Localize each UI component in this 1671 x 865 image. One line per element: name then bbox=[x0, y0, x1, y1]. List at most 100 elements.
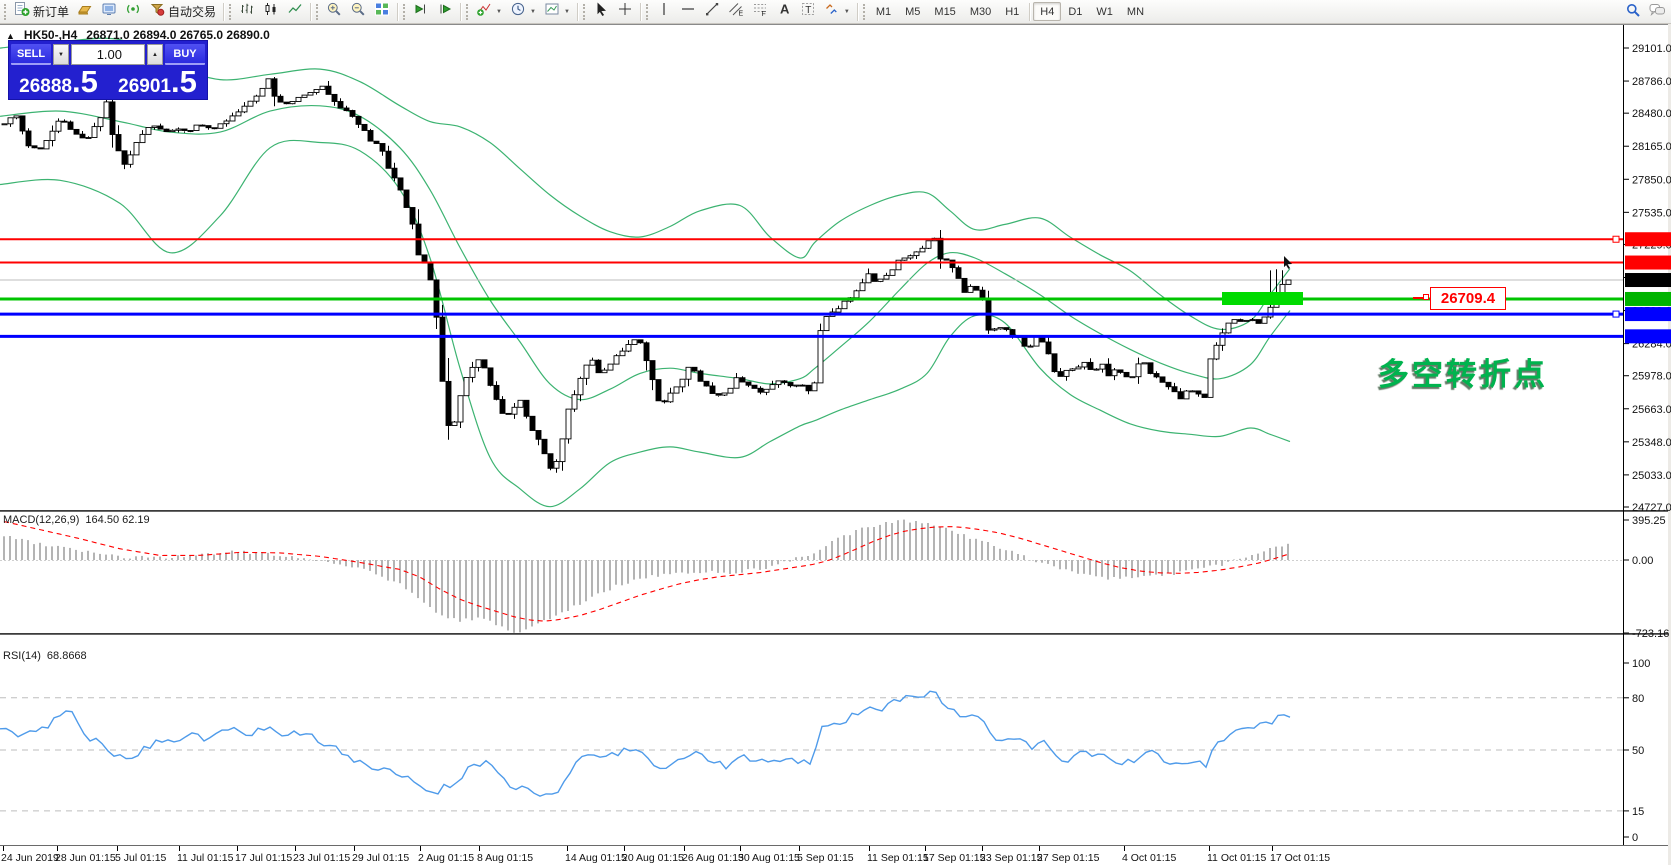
bar-chart-button[interactable] bbox=[235, 2, 259, 22]
svg-text:25348.0: 25348.0 bbox=[1632, 437, 1671, 449]
svg-text:24727.0: 24727.0 bbox=[1632, 502, 1671, 514]
indicators-button[interactable]: ▼ bbox=[472, 2, 506, 22]
toolbar-separator bbox=[576, 2, 578, 21]
toolbar-grip[interactable] bbox=[862, 3, 866, 20]
gold-bar-icon-icon bbox=[77, 1, 93, 22]
sell-button[interactable]: SELL bbox=[11, 44, 51, 65]
tile-windows-button[interactable] bbox=[370, 2, 394, 22]
horizontal-line-icon bbox=[680, 1, 696, 22]
zoom-in-icon bbox=[326, 1, 342, 22]
fibonacci-button[interactable]: F bbox=[748, 2, 772, 22]
timeframe-m30-button[interactable]: M30 bbox=[963, 2, 998, 21]
svg-text:0: 0 bbox=[1632, 832, 1638, 844]
buy-price[interactable]: 26901.5 bbox=[108, 66, 207, 99]
line-chart-button[interactable] bbox=[283, 2, 307, 22]
timeframe-d1-button[interactable]: D1 bbox=[1061, 2, 1089, 21]
auto-scroll-icon bbox=[413, 1, 429, 22]
timeframe-m1-button[interactable]: M1 bbox=[869, 2, 898, 21]
equidistant-channel-button[interactable]: E bbox=[724, 2, 748, 22]
cursor-button[interactable] bbox=[589, 2, 613, 22]
search-icon[interactable] bbox=[1625, 2, 1641, 23]
svg-text:27850.0: 27850.0 bbox=[1632, 174, 1671, 186]
svg-text:50: 50 bbox=[1632, 745, 1644, 757]
text-label-button[interactable]: T bbox=[796, 2, 820, 22]
svg-text:80: 80 bbox=[1632, 693, 1644, 705]
chart-shift-icon bbox=[437, 1, 453, 22]
toolbar-grip[interactable] bbox=[4, 3, 7, 20]
svg-text:11 Sep 01:15: 11 Sep 01:15 bbox=[867, 852, 929, 864]
one-click-trading-panel: SELL ▼ 1.00 ▲ BUY 26888.5 26901.5 bbox=[8, 40, 208, 100]
cursor-icon bbox=[593, 1, 609, 22]
svg-text:30 Aug 01:15: 30 Aug 01:15 bbox=[738, 852, 800, 864]
svg-text:27535.0: 27535.0 bbox=[1632, 207, 1671, 219]
zoom-out-button[interactable] bbox=[346, 2, 370, 22]
time-axis: 24 Jun 201928 Jun 01:15 5 Jul 01:15 11 Jul… bbox=[1, 852, 1330, 864]
svg-text:28480.0: 28480.0 bbox=[1632, 108, 1671, 120]
horizontal-line-button[interactable] bbox=[676, 2, 700, 22]
timeframe-h4-button[interactable]: H4 bbox=[1033, 2, 1062, 21]
market-data-icon[interactable] bbox=[97, 2, 121, 22]
highlight-rectangle[interactable] bbox=[1222, 292, 1303, 305]
chevron-down-icon: ▼ bbox=[843, 8, 850, 15]
svg-text:29101.0: 29101.0 bbox=[1632, 43, 1671, 55]
chart-area[interactable]: 29101.0 28786.0 28480.0 28165.0 27850.0 27535… bbox=[0, 0, 1671, 865]
trendline-button[interactable] bbox=[700, 2, 724, 22]
vertical-line-button[interactable] bbox=[652, 2, 676, 22]
autotrading-button[interactable]: 自动交易 bbox=[145, 2, 220, 22]
signal-icon-icon bbox=[125, 1, 141, 22]
hline-handle[interactable] bbox=[1612, 310, 1620, 318]
market-data-icon-icon bbox=[101, 1, 117, 22]
volume-input[interactable]: 1.00 bbox=[71, 44, 145, 65]
line-chart-icon bbox=[287, 1, 303, 22]
volume-down-button[interactable]: ▼ bbox=[53, 44, 69, 65]
crosshair-button[interactable] bbox=[613, 2, 637, 22]
arrows-button[interactable]: ▼ bbox=[820, 2, 854, 22]
equidistant-channel-icon: E bbox=[728, 1, 744, 22]
svg-text:28 Jun 01:15: 28 Jun 01:15 bbox=[55, 852, 116, 864]
arrows-icon bbox=[824, 1, 840, 22]
chart-shift-button[interactable] bbox=[433, 2, 457, 22]
toolbar-grip[interactable] bbox=[466, 3, 469, 20]
hline-handle[interactable] bbox=[1612, 235, 1620, 243]
volume-up-button[interactable]: ▲ bbox=[147, 44, 163, 65]
toolbar-grip[interactable] bbox=[316, 3, 319, 20]
candlestick-chart-button[interactable] bbox=[259, 2, 283, 22]
chat-icon[interactable] bbox=[1649, 2, 1665, 23]
svg-text:2 Aug 01:15: 2 Aug 01:15 bbox=[418, 852, 474, 864]
svg-text:25978.0: 25978.0 bbox=[1632, 371, 1671, 383]
svg-text:5 Jul 01:15: 5 Jul 01:15 bbox=[115, 852, 167, 864]
chevron-down-icon: ▼ bbox=[563, 8, 570, 15]
auto-scroll-button[interactable] bbox=[409, 2, 433, 22]
signal-icon[interactable] bbox=[121, 2, 145, 22]
buy-button[interactable]: BUY bbox=[165, 44, 205, 65]
toolbar-grip[interactable] bbox=[645, 3, 649, 20]
svg-text:5 Sep 01:15: 5 Sep 01:15 bbox=[797, 852, 854, 864]
toolbar-grip[interactable] bbox=[229, 3, 232, 20]
new-order-button[interactable]: 新订单 bbox=[10, 2, 73, 22]
timeframe-mn-button[interactable]: MN bbox=[1120, 2, 1151, 21]
zoom-in-button[interactable] bbox=[322, 2, 346, 22]
sell-price[interactable]: 26888.5 bbox=[9, 66, 108, 99]
trendline-icon bbox=[704, 1, 720, 22]
timeframe-m15-button[interactable]: M15 bbox=[927, 2, 962, 21]
svg-text:17 Jul 01:15: 17 Jul 01:15 bbox=[235, 852, 292, 864]
autotrading-icon bbox=[149, 1, 165, 22]
text-button[interactable]: A bbox=[772, 2, 796, 22]
price-callout-box[interactable]: 26709.4 bbox=[1430, 287, 1506, 310]
timeframe-h1-button[interactable]: H1 bbox=[998, 2, 1026, 21]
svg-text:17 Sep 01:15: 17 Sep 01:15 bbox=[923, 852, 986, 864]
svg-text:20 Aug 01:15: 20 Aug 01:15 bbox=[622, 852, 684, 864]
svg-text:17 Oct 01:15: 17 Oct 01:15 bbox=[1270, 852, 1330, 864]
svg-text:23 Sep 01:15: 23 Sep 01:15 bbox=[980, 852, 1043, 864]
gold-bar-icon[interactable] bbox=[73, 2, 97, 22]
periods-button[interactable]: ▼ bbox=[506, 2, 540, 22]
toolbar-separator bbox=[1029, 2, 1031, 21]
svg-text:23 Jul 01:15: 23 Jul 01:15 bbox=[293, 852, 350, 864]
toolbar-grip[interactable] bbox=[403, 3, 406, 20]
timeframe-w1-button[interactable]: W1 bbox=[1089, 2, 1120, 21]
templates-button[interactable]: ▼ bbox=[540, 2, 574, 22]
toolbar-separator bbox=[639, 2, 641, 21]
timeframe-m5-button[interactable]: M5 bbox=[898, 2, 927, 21]
toolbar-grip[interactable] bbox=[582, 3, 586, 20]
toolbar-separator bbox=[310, 2, 312, 21]
